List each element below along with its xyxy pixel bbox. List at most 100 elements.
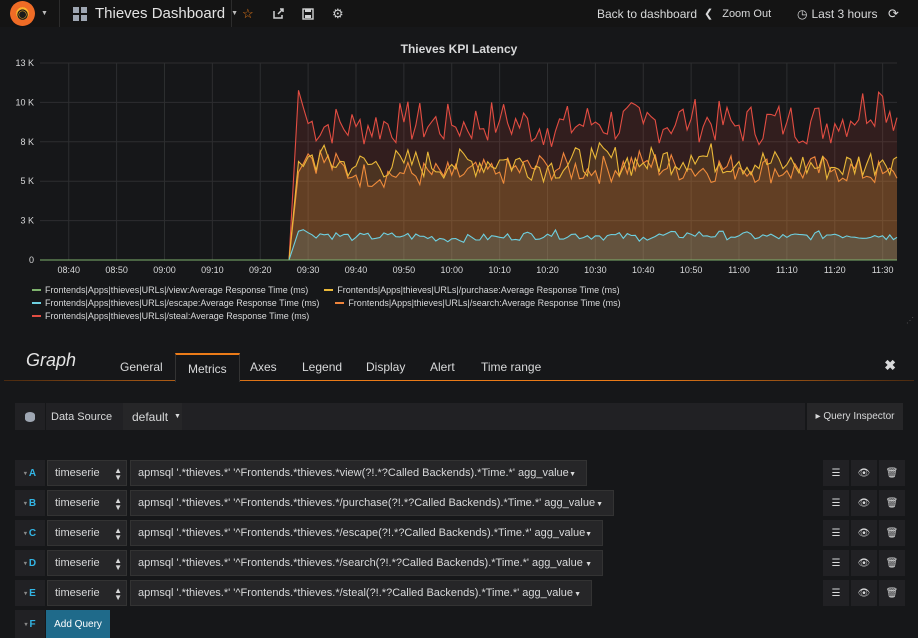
query-type-select[interactable]: timeserie ▲ ▼ [47,550,127,576]
query-row: ▾ A timeserie ▲ ▼ apmsql '.*thieves.*' '^Fron… [15,460,905,486]
query-menu-icon[interactable]: ☰ [823,490,849,516]
toggle-visibility-icon[interactable]: 👁 [851,520,877,546]
updown-arrows-icon: ▲ ▼ [114,556,122,572]
tab-general[interactable]: General [120,353,163,381]
delete-query-icon[interactable]: 🗑 [879,520,905,546]
tab-axes[interactable]: Axes [250,353,277,381]
x-tick-label: 11:30 [872,265,894,275]
query-type-value: timeserie [55,467,100,479]
query-text-field[interactable]: apmsql '.*thieves.*' '^Frontends.*thieve… [130,520,603,546]
legend-item[interactable]: Frontends|Apps|thieves|URLs|/purchase:Av… [324,285,620,295]
x-tick-label: 09:30 [297,265,320,275]
legend-swatch [324,288,334,291]
caret-down-icon: ▼ [574,591,581,598]
toggle-visibility-icon[interactable]: 👁 [851,550,877,576]
panel-editor-header: Graph General Metrics Axes Legend Displa… [0,346,918,382]
dashboard-picker[interactable]: Thieves Dashboard ▼ [73,0,238,27]
legend-label: Frontends|Apps|thieves|URLs|/escape:Aver… [45,297,320,308]
query-ref-toggle[interactable]: ▾ C [15,520,45,546]
x-tick-label: 11:10 [776,265,798,275]
time-range-picker[interactable]: ◷ Last 3 hours [797,0,878,27]
y-tick-label: 13 K [15,58,34,68]
query-ref-label: C [28,527,37,539]
refresh-icon[interactable]: ⟳ [888,0,899,27]
query-type-select[interactable]: timeserie ▲ ▼ [47,460,127,486]
delete-query-icon[interactable]: 🗑 [879,550,905,576]
query-text-value: apmsql '.*thieves.*' '^Frontends.*thieve… [138,587,574,599]
delete-query-icon[interactable]: 🗑 [879,490,905,516]
query-ref-toggle[interactable]: ▾ A [15,460,45,486]
query-text-field[interactable]: apmsql '.*thieves.*' '^Frontends.*thieve… [130,460,587,486]
latency-chart[interactable]: 0 3 K 5 K 8 K 10 K 13 K 08:40 08:50 09:00 09:10 09… [0,36,918,281]
tab-legend[interactable]: Legend [302,353,342,381]
legend-item[interactable]: Frontends|Apps|thieves|URLs|/view:Averag… [32,285,308,295]
legend-swatch [32,288,41,291]
caret-down-icon: ▼ [174,413,181,420]
toggle-visibility-icon[interactable]: 👁 [851,580,877,606]
query-type-select[interactable]: timeserie ▲ ▼ [47,520,127,546]
add-query-button[interactable]: Add Query [46,610,110,638]
query-menu-icon[interactable]: ☰ [823,580,849,606]
legend-item[interactable]: Frontends|Apps|thieves|URLs|/escape:Aver… [32,298,319,308]
query-type-value: timeserie [55,497,100,509]
updown-arrows-icon: ▲ ▼ [114,586,122,602]
tab-metrics[interactable]: Metrics [175,353,240,382]
dashboard-title: Thieves Dashboard [95,5,226,22]
dashboard-grid-icon [73,6,87,21]
top-navbar: ◉ ▼ Thieves Dashboard ▼ ☆ ⚙ Back to dash… [0,0,918,27]
delete-query-icon[interactable]: 🗑 [879,580,905,606]
query-ref-toggle[interactable]: ▾ B [15,490,45,516]
editor-title: Graph [26,350,77,370]
query-text-field[interactable]: apmsql '.*thieves.*' '^Frontends.*thieve… [130,580,592,606]
x-tick-label: 08:40 [57,265,80,275]
query-type-select[interactable]: timeserie ▲ ▼ [47,490,127,516]
query-menu-icon[interactable]: ☰ [823,460,849,486]
query-menu-icon[interactable]: ☰ [823,520,849,546]
share-icon[interactable] [272,0,285,27]
zoom-out-button[interactable]: ❮ Zoom Out [704,0,771,27]
query-ref-label: E [29,587,36,599]
tab-time-range[interactable]: Time range [481,353,541,381]
updown-arrows-icon: ▲ ▼ [114,526,122,542]
grafana-logo-icon: ◉ [10,1,35,26]
navbar-divider [59,0,60,27]
save-icon[interactable] [302,0,314,27]
datasource-select[interactable]: default ▼ [123,403,182,430]
query-text-field[interactable]: apmsql '.*thieves.*' '^Frontends.*thieve… [130,490,614,516]
query-text-field[interactable]: apmsql '.*thieves.*' '^Frontends.*thieve… [130,550,603,576]
panel-resize-handle[interactable]: ⋰ [906,316,914,325]
x-tick-label: 08:50 [105,265,128,275]
legend-label: Frontends|Apps|thieves|URLs|/view:Averag… [45,284,309,295]
grafana-menu-button[interactable]: ◉ ▼ [0,0,57,27]
datasource-label: Data Source [51,410,113,423]
query-type-select[interactable]: timeserie ▲ ▼ [47,580,127,606]
legend-row: Frontends|Apps|thieves|URLs|/view:Averag… [32,283,892,296]
legend-item[interactable]: Frontends|Apps|thieves|URLs|/search:Aver… [335,298,621,308]
tabs-underline [4,380,914,381]
x-tick-label: 09:00 [153,265,176,275]
star-icon[interactable]: ☆ [242,0,254,27]
y-tick-label: 10 K [15,97,34,107]
tab-alert[interactable]: Alert [430,353,455,381]
x-tick-label: 09:10 [201,265,224,275]
updown-arrows-icon: ▲ ▼ [114,466,122,482]
toggle-visibility-icon[interactable]: 👁 [851,460,877,486]
legend-item[interactable]: Frontends|Apps|thieves|URLs|/steal:Avera… [32,311,309,321]
toggle-visibility-icon[interactable]: 👁 [851,490,877,516]
time-range-label: Last 3 hours [811,6,878,21]
query-ref-label: A [28,467,37,479]
settings-gear-icon[interactable]: ⚙ [332,0,344,27]
query-text-value: apmsql '.*thieves.*' '^Frontends.*thieve… [138,497,596,509]
y-tick-label: 5 K [20,176,34,186]
x-tick-label: 10:50 [680,265,703,275]
tab-display[interactable]: Display [366,353,405,381]
query-inspector-button[interactable]: ▸ Query Inspector [805,403,903,430]
close-icon[interactable]: ✖ [884,357,896,374]
clock-icon: ◷ [797,6,808,21]
back-to-dashboard-link[interactable]: Back to dashboard [597,0,697,27]
x-tick-label: 09:20 [249,265,272,275]
query-ref-toggle[interactable]: ▾ E [15,580,45,606]
query-menu-icon[interactable]: ☰ [823,550,849,576]
query-ref-toggle[interactable]: ▾ D [15,550,45,576]
delete-query-icon[interactable]: 🗑 [879,460,905,486]
